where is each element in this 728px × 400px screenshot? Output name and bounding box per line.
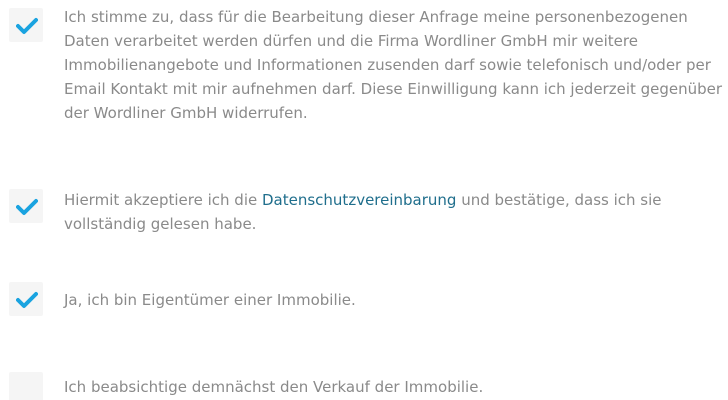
checkmark-icon <box>16 18 38 34</box>
consent-text-sale-intent: Ich beabsichtige demnächst den Verkauf d… <box>64 378 484 396</box>
checkmark-icon <box>16 292 38 308</box>
consent-text-owner: Ja, ich bin Eigentümer einer Immobilie. <box>64 291 356 309</box>
consent-checkbox-privacy[interactable] <box>9 189 43 223</box>
privacy-agreement-link[interactable]: Datenschutzvereinbarung <box>262 191 456 209</box>
consent-checkbox-owner[interactable] <box>9 282 43 316</box>
consent-text-privacy-before: Hiermit akzeptiere ich die <box>64 191 262 209</box>
consent-text-data-processing: Ich stimme zu, dass für die Bearbeitung … <box>64 8 723 122</box>
checkmark-icon <box>16 199 38 215</box>
consent-checkbox-sale-intent[interactable] <box>9 372 43 400</box>
consent-text-privacy: Hiermit akzeptiere ich die Datenschutzve… <box>64 188 726 236</box>
consent-checkbox-data-processing[interactable] <box>9 8 43 42</box>
